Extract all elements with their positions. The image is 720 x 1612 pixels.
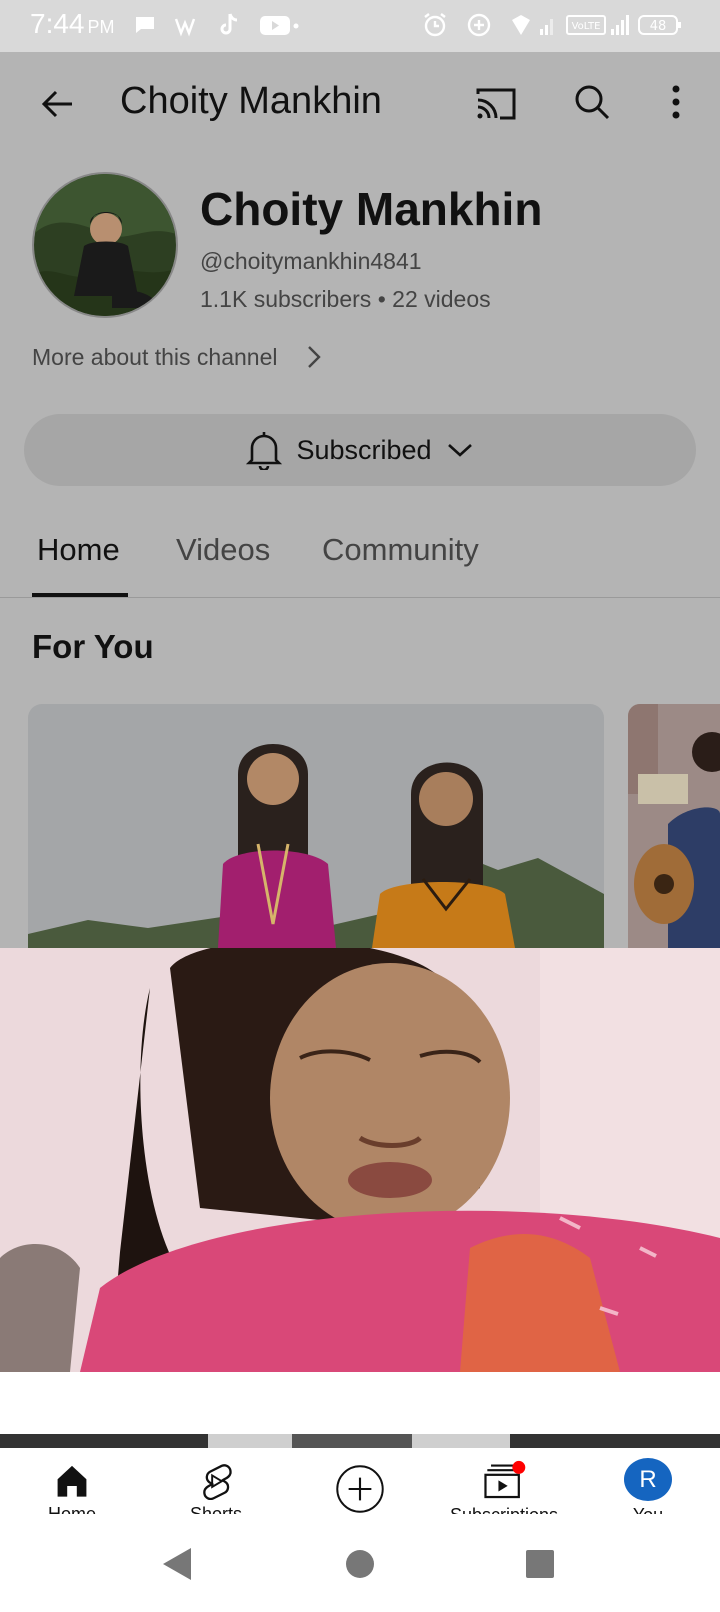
tab-community[interactable]: Community — [322, 532, 479, 568]
chevron-down-icon — [447, 444, 472, 457]
player-controls-area — [0, 1372, 720, 1434]
back-button[interactable] — [34, 80, 82, 128]
status-time: 7:44 PM — [30, 8, 115, 39]
nav-shorts-label: Shorts — [190, 1504, 242, 1514]
app-bar-title: Choity Mankhin — [120, 80, 382, 122]
bottom-navigation: Home Shorts Subscriptions R You — [0, 1448, 720, 1514]
search-icon — [575, 85, 610, 120]
separator-dot: • — [377, 286, 393, 312]
next-content-strip — [0, 1434, 720, 1448]
shorts-icon — [203, 1464, 232, 1501]
video-frame-image — [0, 948, 720, 1372]
status-bar: 7:44 PM VoLTE 48 — [0, 0, 720, 52]
avatar: R — [624, 1458, 672, 1502]
nav-create[interactable] — [288, 1448, 432, 1514]
system-recents-button[interactable] — [520, 1544, 560, 1584]
svg-text:VoLTE: VoLTE — [572, 21, 601, 32]
vpn-icon — [508, 12, 534, 38]
app-notification-icon — [174, 12, 200, 38]
home-icon — [57, 1465, 87, 1497]
strip-image — [208, 1434, 510, 1448]
nav-you[interactable]: R You — [576, 1448, 720, 1514]
video-player[interactable] — [0, 948, 720, 1372]
notification-dot — [512, 1460, 526, 1474]
chevron-right-icon — [308, 346, 321, 368]
video-thumbnail-image-2 — [628, 704, 720, 948]
signal-icon — [538, 12, 558, 38]
cast-icon — [476, 88, 516, 120]
search-button[interactable] — [568, 78, 616, 126]
system-navigation-bar — [0, 1514, 720, 1612]
section-title: For You — [32, 628, 154, 665]
channel-handle: @choitymankhin4841 — [200, 248, 422, 274]
nav-subscriptions-label: Subscriptions — [450, 1505, 558, 1514]
more-vert-icon — [672, 85, 680, 119]
signal-strength-icon — [610, 12, 632, 38]
more-about-label: More about this channel — [32, 344, 278, 370]
more-about-channel-link[interactable]: More about this channel — [32, 344, 324, 371]
system-home-button[interactable] — [340, 1544, 380, 1584]
youtube-notification-icon — [258, 12, 300, 38]
subscribed-button[interactable]: Subscribed — [24, 414, 696, 486]
subscriber-count: 1.1K subscribers — [200, 286, 372, 312]
bell-icon — [246, 432, 283, 470]
video-card-thumbnail[interactable] — [28, 704, 604, 948]
video-count: 22 videos — [392, 286, 491, 312]
cast-button[interactable] — [472, 80, 520, 128]
tab-home[interactable]: Home — [37, 532, 120, 568]
channel-avatar[interactable] — [32, 172, 178, 318]
alarm-icon — [422, 12, 448, 38]
tabs-divider — [0, 597, 720, 598]
more-options-button[interactable] — [652, 78, 700, 126]
subscriptions-icon — [484, 1460, 526, 1499]
channel-name: Choity Mankhin — [200, 183, 543, 235]
data-saver-icon — [466, 12, 492, 38]
subscribed-label: Subscribed — [296, 434, 432, 465]
battery-icon: 48 — [638, 12, 682, 38]
nav-shorts[interactable]: Shorts — [144, 1448, 288, 1514]
nav-subscriptions[interactable]: Subscriptions — [432, 1448, 576, 1514]
back-arrow-icon — [41, 90, 72, 118]
circle-home-icon — [346, 1550, 374, 1578]
nav-home[interactable]: Home — [0, 1448, 144, 1514]
square-recents-icon — [526, 1550, 554, 1578]
tab-videos[interactable]: Videos — [176, 532, 270, 568]
video-thumbnail-image — [28, 704, 604, 948]
chat-bubble-icon — [132, 12, 158, 38]
nav-home-label: Home — [48, 1504, 96, 1514]
nav-you-label: You — [633, 1505, 663, 1514]
create-icon — [336, 1465, 384, 1513]
svg-text:48: 48 — [650, 19, 667, 34]
tiktok-icon — [216, 12, 242, 38]
triangle-back-icon — [163, 1548, 191, 1580]
channel-avatar-image — [34, 174, 176, 316]
channel-stats: 1.1K subscribers • 22 videos — [200, 286, 491, 313]
system-back-button[interactable] — [158, 1544, 198, 1584]
video-card-thumbnail-2[interactable] — [628, 704, 720, 948]
volte-icon: VoLTE — [566, 12, 606, 38]
